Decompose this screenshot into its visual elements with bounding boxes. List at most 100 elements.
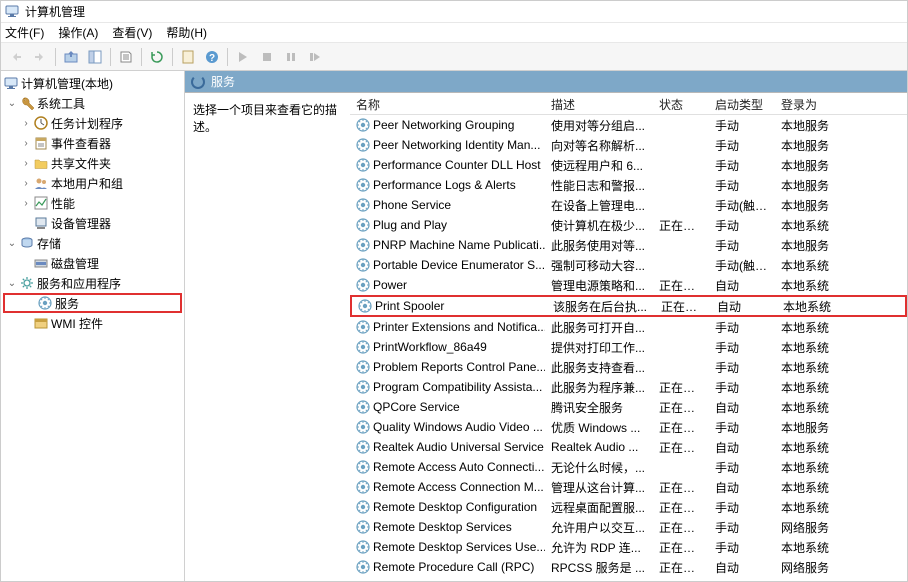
service-row[interactable]: Remote Desktop Services允许用户以交互...正在运行手动网… — [350, 517, 907, 537]
services-header-icon — [191, 75, 205, 89]
chevron-right-icon[interactable]: › — [19, 196, 33, 210]
tree-system-tools[interactable]: ⌄ 系统工具 — [1, 93, 184, 113]
wmi-icon — [33, 315, 49, 331]
grid-body[interactable]: Peer Networking Grouping使用对等分组启...手动本地服务… — [350, 115, 907, 581]
chevron-right-icon[interactable]: › — [19, 116, 33, 130]
menu-action[interactable]: 操作(A) — [58, 24, 98, 41]
service-name: Power — [373, 278, 407, 292]
service-row[interactable]: QPCore Service腾讯安全服务正在运行自动本地系统 — [350, 397, 907, 417]
service-icon — [356, 460, 370, 474]
show-hide-tree-button[interactable] — [84, 46, 106, 68]
col-startup[interactable]: 启动类型 — [709, 93, 775, 114]
cell-startup: 自动 — [709, 559, 775, 576]
chevron-down-icon[interactable]: ⌄ — [5, 96, 19, 110]
pause-service-button[interactable] — [280, 46, 302, 68]
grid-header[interactable]: 名称 描述 状态 启动类型 登录为 — [350, 93, 907, 115]
cell-desc: 强制可移动大容... — [545, 257, 653, 274]
service-row[interactable]: Power管理电源策略和...正在运行自动本地系统 — [350, 275, 907, 295]
chevron-down-icon[interactable]: ⌄ — [5, 276, 19, 290]
cell-logon: 本地系统 — [775, 359, 835, 376]
chevron-right-icon[interactable]: › — [19, 136, 33, 150]
service-row[interactable]: Print Spooler该服务在后台执...正在运行自动本地系统 — [350, 295, 907, 317]
service-row[interactable]: Portable Device Enumerator S...强制可移动大容..… — [350, 255, 907, 275]
cell-name: Remote Access Connection M... — [350, 480, 545, 494]
service-row[interactable]: Phone Service在设备上管理电...手动(触发...本地服务 — [350, 195, 907, 215]
menu-file[interactable]: 文件(F) — [5, 24, 44, 41]
col-status[interactable]: 状态 — [653, 93, 709, 114]
service-row[interactable]: Remote Procedure Call (RPC)RPCSS 服务是 ...… — [350, 557, 907, 577]
tree-services[interactable]: 服务 — [3, 293, 182, 313]
service-row[interactable]: Peer Networking Grouping使用对等分组启...手动本地服务 — [350, 115, 907, 135]
tree-label: 事件查看器 — [51, 135, 111, 152]
cell-logon: 本地系统 — [775, 539, 835, 556]
service-row[interactable]: Remote Desktop Services Use...允许为 RDP 连.… — [350, 537, 907, 557]
nav-back-button[interactable] — [5, 46, 27, 68]
cell-logon: 本地服务 — [775, 117, 835, 134]
title-bar[interactable]: 计算机管理 — [1, 1, 907, 23]
tree-root-label: 计算机管理(本地) — [21, 75, 113, 92]
tree-label: WMI 控件 — [51, 315, 103, 332]
tree-storage[interactable]: ⌄ 存储 — [1, 233, 184, 253]
up-button[interactable] — [60, 46, 82, 68]
properties-button[interactable] — [177, 46, 199, 68]
cell-desc: 使远程用户和 6... — [545, 157, 653, 174]
nav-forward-button[interactable] — [29, 46, 51, 68]
chevron-right-icon[interactable]: › — [19, 156, 33, 170]
cell-logon: 本地系统 — [775, 459, 835, 476]
cell-logon: 网络服务 — [775, 519, 835, 536]
chevron-right-icon[interactable]: › — [19, 176, 33, 190]
service-name: Peer Networking Grouping — [373, 118, 514, 132]
service-row[interactable]: Peer Networking Identity Man...向对等名称解析..… — [350, 135, 907, 155]
service-row[interactable]: Remote Access Auto Connecti...无论什么时候，...… — [350, 457, 907, 477]
col-desc[interactable]: 描述 — [545, 93, 653, 114]
tree-wmi[interactable]: WMI 控件 — [1, 313, 184, 333]
service-row[interactable]: PrintWorkflow_86a49提供对打印工作...手动本地系统 — [350, 337, 907, 357]
tree-disk-management[interactable]: 磁盘管理 — [1, 253, 184, 273]
folder-icon — [33, 155, 49, 171]
service-name: Plug and Play — [373, 218, 447, 232]
cell-name: Performance Logs & Alerts — [350, 178, 545, 192]
help-button[interactable]: ? — [201, 46, 223, 68]
stop-service-button[interactable] — [256, 46, 278, 68]
cell-name: Remote Desktop Configuration — [350, 500, 545, 514]
service-row[interactable]: PNRP Machine Name Publicati...此服务使用对等...… — [350, 235, 907, 255]
col-logon[interactable]: 登录为 — [775, 93, 835, 114]
tree-task-scheduler[interactable]: › 任务计划程序 — [1, 113, 184, 133]
tree-performance[interactable]: › 性能 — [1, 193, 184, 213]
tree-event-viewer[interactable]: › 事件查看器 — [1, 133, 184, 153]
cell-startup: 自动 — [709, 479, 775, 496]
svg-text:?: ? — [209, 53, 215, 64]
cell-startup: 手动 — [709, 177, 775, 194]
tree-services-apps[interactable]: ⌄ 服务和应用程序 — [1, 273, 184, 293]
cell-name: Performance Counter DLL Host — [350, 158, 545, 172]
service-row[interactable]: Plug and Play使计算机在极少...正在运行手动本地系统 — [350, 215, 907, 235]
cell-status: 正在运行 — [653, 479, 709, 496]
tree-shared-folders[interactable]: › 共享文件夹 — [1, 153, 184, 173]
refresh-button[interactable] — [146, 46, 168, 68]
cell-logon: 网络服务 — [775, 559, 835, 576]
col-name[interactable]: 名称 — [350, 93, 545, 114]
service-row[interactable]: Remote Access Connection M...管理从这台计算...正… — [350, 477, 907, 497]
export-list-button[interactable] — [115, 46, 137, 68]
service-row[interactable]: Program Compatibility Assista...此服务为程序兼.… — [350, 377, 907, 397]
start-service-button[interactable] — [232, 46, 254, 68]
cell-name: Remote Access Auto Connecti... — [350, 460, 545, 474]
toolbar: ? — [1, 43, 907, 71]
restart-service-button[interactable] — [304, 46, 326, 68]
tree-root[interactable]: 计算机管理(本地) — [1, 73, 184, 93]
service-row[interactable]: Remote Desktop Configuration远程桌面配置服...正在… — [350, 497, 907, 517]
service-row[interactable]: Performance Logs & Alerts性能日志和警报...手动本地服… — [350, 175, 907, 195]
tree-pane[interactable]: 计算机管理(本地) ⌄ 系统工具 › 任务计划程序 › 事件查看器 › 共享文件… — [1, 71, 185, 581]
service-row[interactable]: Performance Counter DLL Host使远程用户和 6...手… — [350, 155, 907, 175]
service-row[interactable]: Quality Windows Audio Video ...优质 Window… — [350, 417, 907, 437]
service-row[interactable]: Printer Extensions and Notifica...此服务可打开… — [350, 317, 907, 337]
menu-view[interactable]: 查看(V) — [112, 24, 152, 41]
cell-name: Portable Device Enumerator S... — [350, 258, 545, 272]
chevron-down-icon[interactable]: ⌄ — [5, 236, 19, 250]
tree-local-users[interactable]: › 本地用户和组 — [1, 173, 184, 193]
tree-device-manager[interactable]: 设备管理器 — [1, 213, 184, 233]
service-icon — [356, 340, 370, 354]
menu-help[interactable]: 帮助(H) — [166, 24, 207, 41]
service-row[interactable]: Realtek Audio Universal ServiceRealtek A… — [350, 437, 907, 457]
service-row[interactable]: Problem Reports Control Pane...此服务支持查看..… — [350, 357, 907, 377]
